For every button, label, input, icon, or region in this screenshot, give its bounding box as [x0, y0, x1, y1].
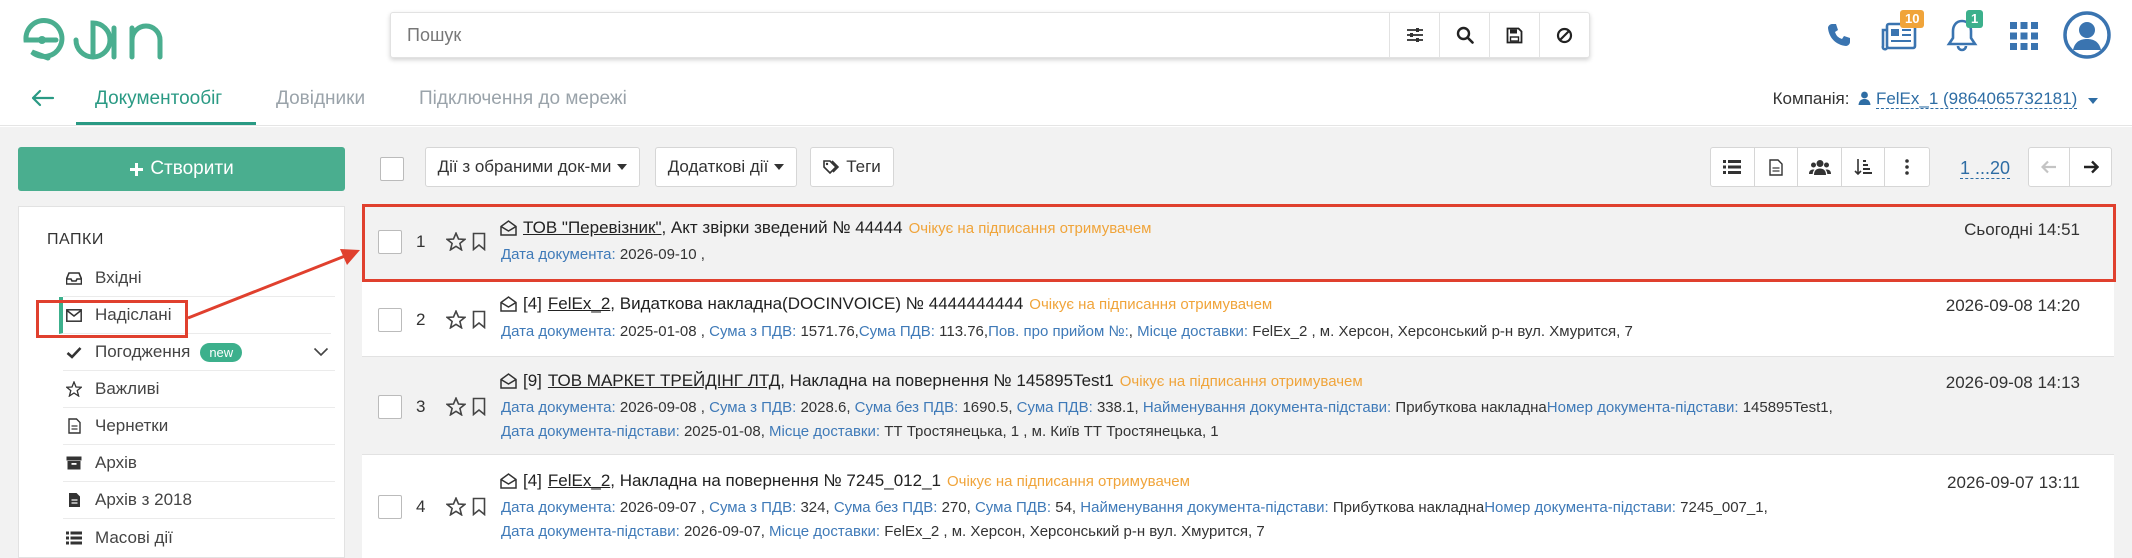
annotation-arrow — [187, 249, 360, 320]
